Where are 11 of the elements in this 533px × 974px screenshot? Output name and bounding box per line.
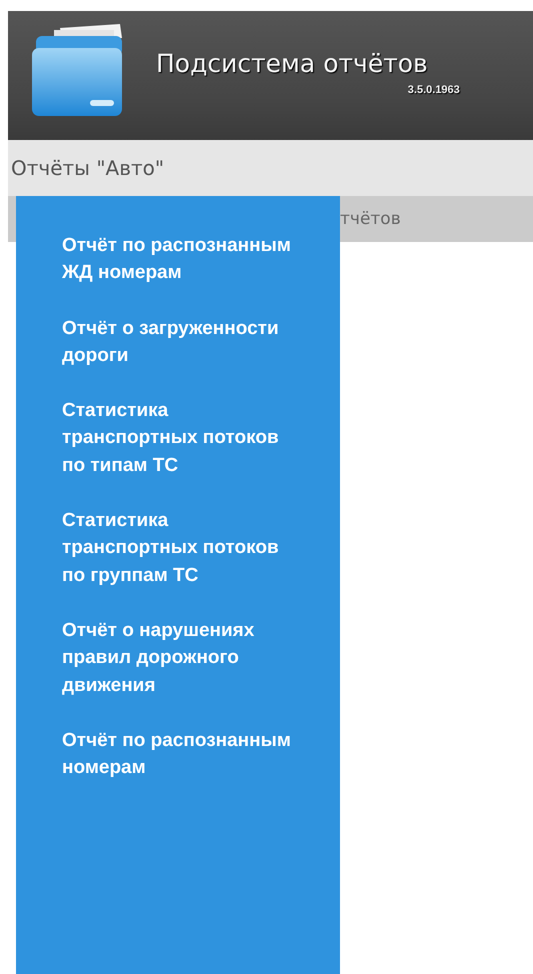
version-label: 3.5.0.1963 <box>408 84 460 96</box>
menu-item[interactable]: Статистика транспортных потоков по группам ТС <box>62 507 297 589</box>
section-title: Отчёты "Авто" <box>11 156 164 180</box>
menu-item[interactable]: Отчёт по распознанным ЖД номерам <box>62 232 297 287</box>
app-title: Подсистема отчётов <box>156 49 428 78</box>
menu-item[interactable]: Отчёт о загруженности дороги <box>62 314 297 370</box>
folder-icon <box>30 24 122 116</box>
menu-item[interactable]: Отчёт по распознанным номерам <box>62 726 297 782</box>
tab[interactable]: тчётов <box>340 209 401 229</box>
menu-item[interactable]: Статистика транспортных потоков по типам ТС <box>62 397 297 480</box>
menu-item[interactable]: Отчёт о нарушениях правил дорожного движения <box>62 616 297 699</box>
